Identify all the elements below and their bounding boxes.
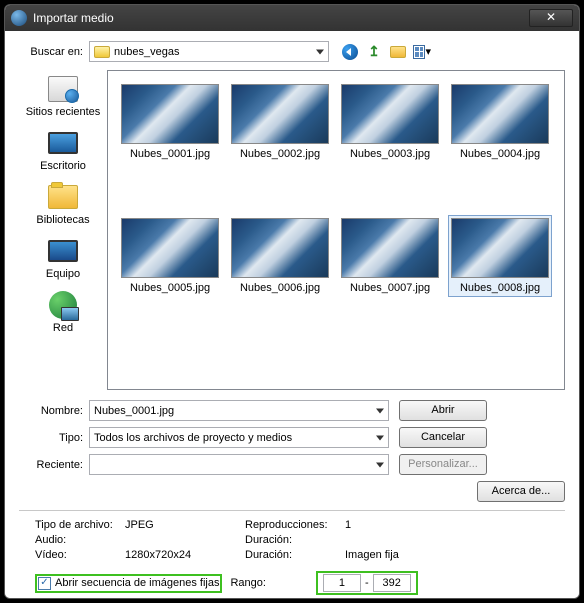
recent-label: Reciente: <box>19 459 89 471</box>
place-libraries-label: Bibliotecas <box>36 214 89 226</box>
info-audio-value <box>125 534 245 546</box>
thumbnail-image <box>121 84 219 144</box>
info-video-label: Vídeo: <box>35 549 125 561</box>
nav-view-button[interactable]: ▾ <box>413 43 431 61</box>
titlebar[interactable]: Importar medio ✕ <box>5 5 579 31</box>
folder-icon <box>94 46 110 58</box>
type-label: Tipo: <box>19 432 89 444</box>
places-bar: Sitios recientes Escritorio Bibliotecas … <box>19 70 107 390</box>
file-item[interactable]: Nubes_0007.jpg <box>338 215 442 297</box>
thumbnail-image <box>341 218 439 278</box>
place-network-label: Red <box>53 322 73 334</box>
thumbnail-image <box>451 218 549 278</box>
place-desktop[interactable]: Escritorio <box>40 128 86 172</box>
place-computer[interactable]: Equipo <box>46 236 80 280</box>
file-item[interactable]: Nubes_0002.jpg <box>228 81 332 163</box>
info-filetype-value: JPEG <box>125 519 245 531</box>
place-computer-label: Equipo <box>46 268 80 280</box>
place-libraries[interactable]: Bibliotecas <box>36 182 89 226</box>
info-dur1-label: Duración: <box>245 534 345 546</box>
lookin-label: Buscar en: <box>19 46 89 58</box>
app-icon <box>11 10 27 26</box>
lookin-value: nubes_vegas <box>114 46 179 58</box>
thumbnail-image <box>121 218 219 278</box>
lookin-combo[interactable]: nubes_vegas <box>89 41 329 62</box>
type-combo[interactable]: Todos los archivos de proyecto y medios <box>89 427 389 448</box>
range-from-input[interactable]: 1 <box>323 574 361 592</box>
file-caption: Nubes_0001.jpg <box>130 148 210 160</box>
separator <box>19 510 565 511</box>
file-caption: Nubes_0006.jpg <box>240 282 320 294</box>
thumbnail-image <box>231 218 329 278</box>
up-icon: ↥ <box>365 43 383 61</box>
range-separator: - <box>365 577 369 589</box>
sequence-label[interactable]: Abrir secuencia de imágenes fijas <box>55 577 219 589</box>
file-item[interactable]: Nubes_0008.jpg <box>448 215 552 297</box>
recent-icon <box>48 76 78 102</box>
thumbnail-image <box>451 84 549 144</box>
range-label: Rango: <box>230 577 265 589</box>
view-icon <box>413 45 425 59</box>
range-highlight: 1 - 392 <box>316 571 418 595</box>
info-video-value: 1280x720x24 <box>125 549 245 561</box>
file-caption: Nubes_0002.jpg <box>240 148 320 160</box>
info-dur2-label: Duración: <box>245 549 345 561</box>
type-value: Todos los archivos de proyecto y medios <box>94 432 292 444</box>
info-audio-label: Audio: <box>35 534 125 546</box>
thumbnail-image <box>231 84 329 144</box>
info-dur1-value <box>345 534 565 546</box>
cancel-button[interactable]: Cancelar <box>399 427 487 448</box>
place-network[interactable]: Red <box>46 290 80 334</box>
info-dur2-value: Imagen fija <box>345 549 565 561</box>
dialog-title: Importar medio <box>33 11 529 25</box>
media-info: Tipo de archivo:JPEG Reproducciones:1 Au… <box>19 519 565 561</box>
range-to-input[interactable]: 392 <box>373 574 411 592</box>
info-filetype-label: Tipo de archivo: <box>35 519 125 531</box>
file-caption: Nubes_0005.jpg <box>130 282 210 294</box>
name-combo[interactable]: Nubes_0001.jpg <box>89 400 389 421</box>
libraries-icon <box>48 185 78 209</box>
file-item[interactable]: Nubes_0003.jpg <box>338 81 442 163</box>
name-value: Nubes_0001.jpg <box>94 405 174 417</box>
thumbnail-image <box>341 84 439 144</box>
back-icon <box>342 44 358 60</box>
chevron-down-icon <box>316 49 324 54</box>
desktop-icon <box>48 132 78 154</box>
file-list[interactable]: Nubes_0001.jpg Nubes_0002.jpg Nubes_0003.j… <box>107 70 565 390</box>
info-plays-label: Reproducciones: <box>245 519 345 531</box>
file-item[interactable]: Nubes_0004.jpg <box>448 81 552 163</box>
nav-up-button[interactable]: ↥ <box>365 43 383 61</box>
chevron-down-icon <box>376 408 384 413</box>
folder-open-icon <box>390 46 406 58</box>
place-desktop-label: Escritorio <box>40 160 86 172</box>
place-recent-label: Sitios recientes <box>26 106 101 118</box>
open-button[interactable]: Abrir <box>399 400 487 421</box>
network-icon <box>49 291 77 319</box>
file-item[interactable]: Nubes_0001.jpg <box>118 81 222 163</box>
import-media-dialog: Importar medio ✕ Buscar en: nubes_vegas … <box>4 4 580 599</box>
file-caption: Nubes_0003.jpg <box>350 148 430 160</box>
chevron-down-icon <box>376 462 384 467</box>
about-button[interactable]: Acerca de... <box>477 481 565 502</box>
file-caption: Nubes_0004.jpg <box>460 148 540 160</box>
custom-button[interactable]: Personalizar... <box>399 454 487 475</box>
sequence-checkbox-highlight: Abrir secuencia de imágenes fijas <box>35 574 222 593</box>
close-button[interactable]: ✕ <box>529 9 573 27</box>
info-plays-value: 1 <box>345 519 565 531</box>
file-caption: Nubes_0007.jpg <box>350 282 430 294</box>
sequence-checkbox[interactable] <box>38 577 51 590</box>
recent-combo[interactable] <box>89 454 389 475</box>
file-item[interactable]: Nubes_0006.jpg <box>228 215 332 297</box>
chevron-down-icon <box>376 435 384 440</box>
file-item[interactable]: Nubes_0005.jpg <box>118 215 222 297</box>
place-recent[interactable]: Sitios recientes <box>26 74 101 118</box>
nav-newfolder-button[interactable] <box>389 43 407 61</box>
name-label: Nombre: <box>19 405 89 417</box>
file-caption: Nubes_0008.jpg <box>460 282 540 294</box>
computer-icon <box>48 240 78 262</box>
nav-back-button[interactable] <box>341 43 359 61</box>
